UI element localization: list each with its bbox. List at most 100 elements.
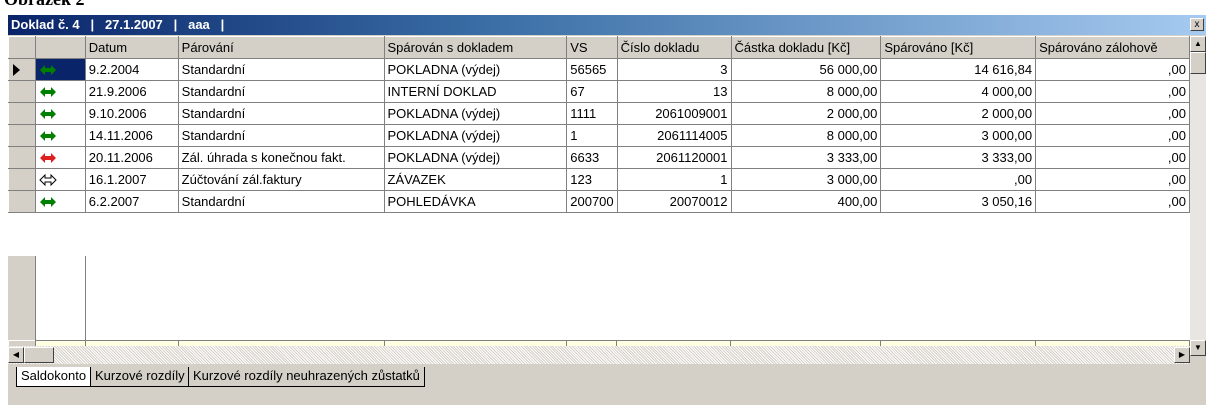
row-indicator-cell[interactable]	[8, 80, 36, 103]
cell-castka-dokladu[interactable]: 8 000,00	[730, 80, 882, 103]
vertical-scroll-thumb[interactable]	[1190, 52, 1206, 74]
cell-cislo-dokladu[interactable]: 13	[616, 80, 732, 103]
header-row: Datum Párování Spárován s dokladem VS Čí…	[8, 36, 1190, 59]
cell-castka-dokladu[interactable]: 3 000,00	[730, 168, 882, 191]
cell-parovani[interactable]: Zál. úhrada s konečnou fakt.	[177, 146, 385, 169]
column-header-cislo-dokladu[interactable]: Číslo dokladu	[616, 36, 732, 59]
cell-cislo-dokladu[interactable]: 2061009001	[616, 102, 732, 125]
cell-datum[interactable]: 9.2.2004	[84, 58, 179, 81]
cell-vs[interactable]: 1111	[566, 102, 618, 125]
cell-vs[interactable]: 200700	[566, 190, 618, 213]
cell-sparovano[interactable]: ,00	[880, 168, 1037, 191]
cell-sparovano-zalohove[interactable]: ,00	[1035, 146, 1190, 169]
tab-kurzove-rozdily-neuhrazenych[interactable]: Kurzové rozdíly neuhrazených zůstatků	[188, 367, 425, 387]
column-header-sparovano-zalohove[interactable]: Spárováno zálohově	[1035, 36, 1190, 59]
table-row[interactable]: 9.10.2006 Standardní POKLADNA (výdej) 1111 2…	[8, 102, 1190, 125]
cell-datum[interactable]: 6.2.2007	[84, 190, 179, 213]
pair-arrow-green-icon	[39, 196, 56, 207]
row-indicator-cell[interactable]	[8, 190, 36, 213]
tab-kurzove-rozdily[interactable]: Kurzové rozdíly	[90, 367, 190, 387]
scroll-up-icon[interactable]: ▲	[1190, 36, 1206, 52]
cell-sparovano-zalohove[interactable]: ,00	[1035, 168, 1190, 191]
cell-datum[interactable]: 20.11.2006	[84, 146, 179, 169]
cell-cislo-dokladu[interactable]: 20070012	[616, 190, 732, 213]
grid-table: Datum Párování Spárován s dokladem VS Čí…	[8, 36, 1190, 213]
cell-sparovano[interactable]: 3 000,00	[880, 124, 1037, 147]
cell-parovani[interactable]: Standardní	[177, 58, 385, 81]
cell-sparovan-s-dokladem[interactable]: INTERNÍ DOKLAD	[383, 80, 568, 103]
cell-sparovano[interactable]: 14 616,84	[880, 58, 1037, 81]
empty-grid-area	[8, 256, 1190, 340]
cell-sparovan-s-dokladem[interactable]: ZÁVAZEK	[383, 168, 568, 191]
column-header-sparovano[interactable]: Spárováno [Kč]	[880, 36, 1037, 59]
cell-sparovano[interactable]: 3 333,00	[880, 146, 1037, 169]
pairing-status-cell	[34, 190, 86, 213]
window-titlebar: Doklad č. 4 | 27.1.2007 | aaa | x	[8, 15, 1206, 35]
row-indicator-cell[interactable]	[8, 124, 36, 147]
cell-vs[interactable]: 67	[566, 80, 618, 103]
cell-castka-dokladu[interactable]: 3 333,00	[730, 146, 882, 169]
cell-sparovano[interactable]: 2 000,00	[880, 102, 1037, 125]
cell-sparovano[interactable]: 3 050,16	[880, 190, 1037, 213]
close-icon[interactable]: x	[1190, 18, 1204, 31]
data-grid: Datum Párování Spárován s dokladem VS Čí…	[8, 36, 1190, 356]
cell-parovani[interactable]: Standardní	[177, 80, 385, 103]
column-header-castka-dokladu[interactable]: Částka dokladu [Kč]	[730, 36, 882, 59]
column-header-datum[interactable]: Datum	[84, 36, 179, 59]
cell-vs[interactable]: 1	[566, 124, 618, 147]
cell-cislo-dokladu[interactable]: 2061114005	[616, 124, 732, 147]
row-indicator-cell[interactable]	[8, 168, 36, 191]
cell-cislo-dokladu[interactable]: 1	[616, 168, 732, 191]
horizontal-scrollbar[interactable]: ◀ ▶	[8, 346, 1190, 364]
scroll-right-icon[interactable]: ▶	[1174, 347, 1190, 363]
sheet-tabs: Saldokonto Kurzové rozdíly Kurzové rozdí…	[8, 367, 1206, 389]
cell-cislo-dokladu[interactable]: 3	[616, 58, 732, 81]
cell-vs[interactable]: 123	[566, 168, 618, 191]
cell-castka-dokladu[interactable]: 8 000,00	[730, 124, 882, 147]
cell-parovani[interactable]: Standardní	[177, 124, 385, 147]
cell-sparovano-zalohove[interactable]: ,00	[1035, 80, 1190, 103]
cell-parovani[interactable]: Zúčtování zál.faktury	[177, 168, 385, 191]
cell-vs[interactable]: 6633	[566, 146, 618, 169]
cell-sparovan-s-dokladem[interactable]: POKLADNA (výdej)	[383, 124, 568, 147]
column-header-parovani[interactable]: Párování	[177, 36, 385, 59]
horizontal-scroll-thumb[interactable]	[24, 347, 54, 363]
table-row[interactable]: 21.9.2006 Standardní INTERNÍ DOKLAD 67 13 8 0…	[8, 80, 1190, 103]
row-indicator-cell[interactable]	[8, 58, 36, 81]
cell-sparovano-zalohove[interactable]: ,00	[1035, 190, 1190, 213]
cell-sparovan-s-dokladem[interactable]: POKLADNA (výdej)	[383, 146, 568, 169]
table-row[interactable]: 20.11.2006 Zál. úhrada s konečnou fakt. PO…	[8, 146, 1190, 169]
column-header-vs[interactable]: VS	[566, 36, 618, 59]
cell-vs[interactable]: 56565	[566, 58, 618, 81]
column-header-sparovan-s-dokladem[interactable]: Spárován s dokladem	[383, 36, 568, 59]
cell-datum[interactable]: 9.10.2006	[84, 102, 179, 125]
cell-sparovan-s-dokladem[interactable]: POHLEDÁVKA	[383, 190, 568, 213]
cell-castka-dokladu[interactable]: 56 000,00	[730, 58, 882, 81]
cell-cislo-dokladu[interactable]: 2061120001	[616, 146, 732, 169]
row-indicator-cell[interactable]	[8, 102, 36, 125]
cell-parovani[interactable]: Standardní	[177, 190, 385, 213]
row-indicator-cell[interactable]	[8, 146, 36, 169]
cell-sparovan-s-dokladem[interactable]: POKLADNA (výdej)	[383, 58, 568, 81]
table-row[interactable]: 14.11.2006 Standardní POKLADNA (výdej) 1 206…	[8, 124, 1190, 147]
cell-sparovan-s-dokladem[interactable]: POKLADNA (výdej)	[383, 102, 568, 125]
cell-sparovano-zalohove[interactable]: ,00	[1035, 102, 1190, 125]
vertical-scrollbar[interactable]: ▲ ▼	[1190, 36, 1206, 356]
scroll-down-icon[interactable]: ▼	[1190, 340, 1206, 356]
cell-parovani[interactable]: Standardní	[177, 102, 385, 125]
tab-saldokonto[interactable]: Saldokonto	[16, 367, 92, 387]
cell-datum[interactable]: 16.1.2007	[84, 168, 179, 191]
cell-castka-dokladu[interactable]: 2 000,00	[730, 102, 882, 125]
pair-arrow-green-icon	[39, 64, 56, 75]
cell-datum[interactable]: 14.11.2006	[84, 124, 179, 147]
table-row[interactable]: 6.2.2007 Standardní POHLEDÁVKA 200700 200700…	[8, 190, 1190, 213]
cell-datum[interactable]: 21.9.2006	[84, 80, 179, 103]
cell-castka-dokladu[interactable]: 400,00	[730, 190, 882, 213]
cell-sparovano-zalohove[interactable]: ,00	[1035, 58, 1190, 81]
pair-arrow-green-icon	[39, 130, 56, 141]
table-row[interactable]: 9.2.2004 Standardní POKLADNA (výdej) 56565 3…	[8, 58, 1190, 81]
cell-sparovano[interactable]: 4 000,00	[880, 80, 1037, 103]
table-row[interactable]: 16.1.2007 Zúčtování zál.faktury ZÁVAZEK 123…	[8, 168, 1190, 191]
scroll-left-icon[interactable]: ◀	[8, 347, 24, 363]
cell-sparovano-zalohove[interactable]: ,00	[1035, 124, 1190, 147]
